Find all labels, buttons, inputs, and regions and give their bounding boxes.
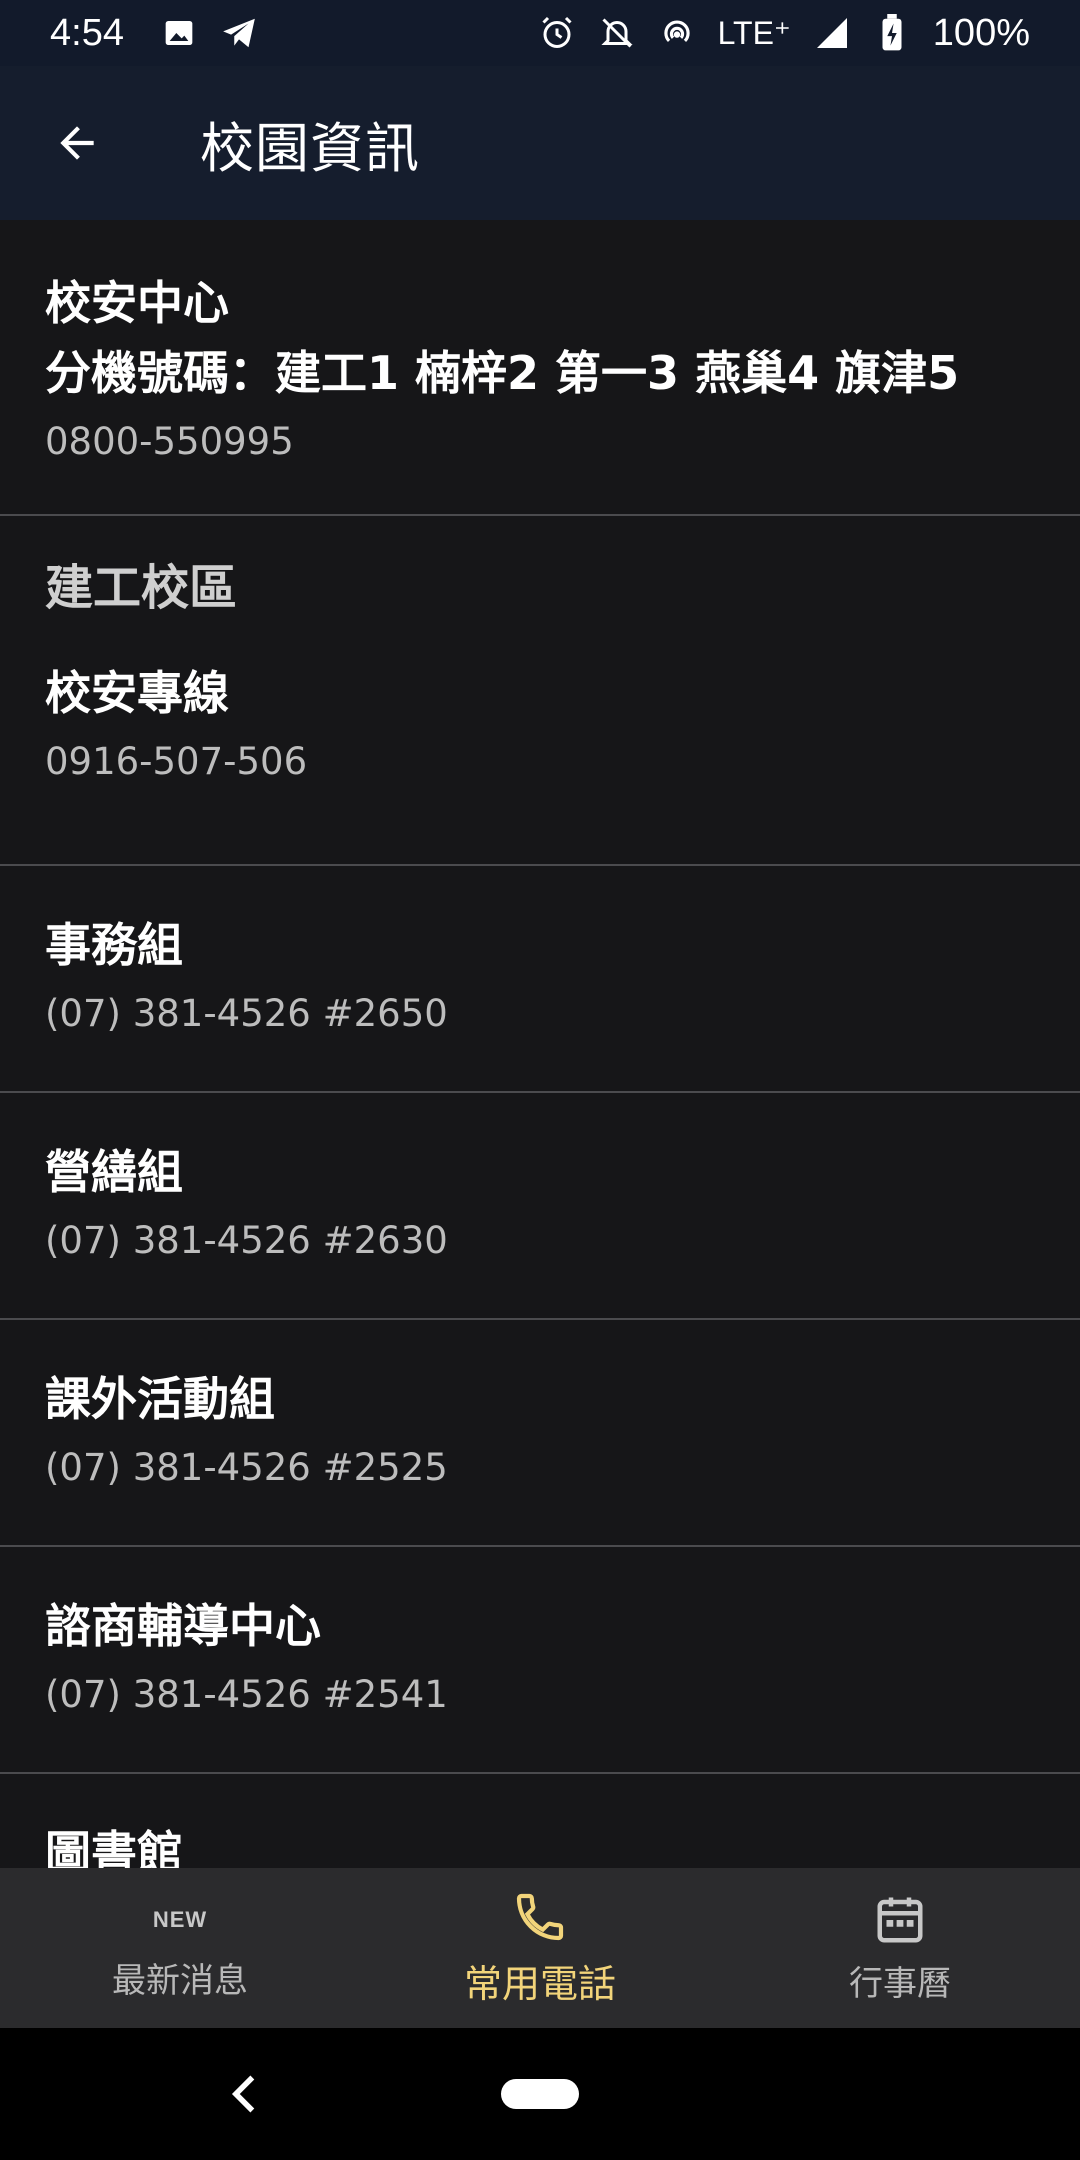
telegram-icon bbox=[220, 14, 258, 52]
hotspot-icon bbox=[658, 14, 696, 52]
network-type: LTE⁺ bbox=[717, 15, 791, 51]
list-item[interactable]: 校安專線 0916-507-506 bbox=[0, 634, 1080, 866]
item-title: 事務組 bbox=[45, 918, 183, 972]
list-item[interactable]: 諮商輔導中心 (07) 381-4526 #2541 bbox=[0, 1547, 1080, 1774]
battery-percent: 100% bbox=[932, 11, 1030, 54]
nav-label: 行事曆 bbox=[849, 1963, 951, 2004]
list-item[interactable]: 課外活動組 (07) 381-4526 #2525 bbox=[0, 1320, 1080, 1547]
system-navigation bbox=[0, 2028, 1080, 2160]
item-phone: (07) 381-4526 #2650 bbox=[45, 992, 448, 1035]
item-title: 圖書館 bbox=[45, 1826, 183, 1868]
home-button[interactable] bbox=[501, 2079, 579, 2109]
item-title: 校安專線 bbox=[45, 666, 229, 720]
alarm-icon bbox=[538, 14, 576, 52]
arrow-left-icon bbox=[60, 126, 94, 160]
nav-news[interactable]: NEW 最新消息 bbox=[0, 1868, 360, 2028]
item-phone: (07) 381-4526 #2525 bbox=[45, 1446, 448, 1489]
list-item[interactable]: 校安中心 分機號碼：建工1 楠梓2 第一3 燕巢4 旗津5 0800-55099… bbox=[0, 220, 1080, 516]
section-header: 建工校區 bbox=[45, 560, 238, 616]
nav-label: 最新消息 bbox=[112, 1960, 248, 2001]
phone-icon bbox=[512, 1889, 568, 1945]
list-item[interactable]: 圖書館 bbox=[0, 1774, 1080, 1868]
item-title: 校安中心 bbox=[45, 276, 229, 330]
nav-phone[interactable]: 常用電話 bbox=[360, 1868, 720, 2028]
status-bar: 4:54 LTE⁺ 100% bbox=[0, 0, 1080, 66]
item-title: 諮商輔導中心 bbox=[45, 1599, 321, 1653]
item-title: 營繕組 bbox=[45, 1145, 183, 1199]
item-phone: (07) 381-4526 #2630 bbox=[45, 1219, 448, 1262]
new-icon: NEW bbox=[152, 1906, 208, 1932]
contact-list[interactable]: 校安中心 分機號碼：建工1 楠梓2 第一3 燕巢4 旗津5 0800-55099… bbox=[0, 220, 1080, 1868]
list-item[interactable]: 營繕組 (07) 381-4526 #2630 bbox=[0, 1093, 1080, 1320]
item-title: 課外活動組 bbox=[45, 1372, 275, 1426]
item-subtitle: 分機號碼：建工1 楠梓2 第一3 燕巢4 旗津5 bbox=[45, 346, 960, 400]
app-bar: 校園資訊 bbox=[0, 66, 1080, 220]
signal-icon bbox=[813, 14, 851, 52]
list-item[interactable]: 事務組 (07) 381-4526 #2650 bbox=[0, 866, 1080, 1093]
page-title: 校園資訊 bbox=[200, 116, 420, 180]
status-time: 4:54 bbox=[50, 11, 124, 54]
item-phone: 0916-507-506 bbox=[45, 740, 308, 783]
nav-calendar[interactable]: 行事曆 bbox=[720, 1868, 1080, 2028]
item-phone: 0800-550995 bbox=[45, 420, 294, 463]
item-phone: (07) 381-4526 #2541 bbox=[45, 1673, 448, 1716]
back-button[interactable] bbox=[17, 83, 137, 203]
system-back-button[interactable] bbox=[225, 2072, 265, 2116]
calendar-icon bbox=[873, 1892, 927, 1948]
chevron-left-icon bbox=[231, 2075, 255, 2113]
nav-label: 常用電話 bbox=[463, 1961, 616, 2006]
bottom-navigation: NEW 最新消息 常用電話 行事曆 bbox=[0, 1868, 1080, 2028]
image-icon bbox=[160, 14, 198, 52]
mute-icon bbox=[598, 14, 636, 52]
battery-icon bbox=[873, 14, 911, 52]
